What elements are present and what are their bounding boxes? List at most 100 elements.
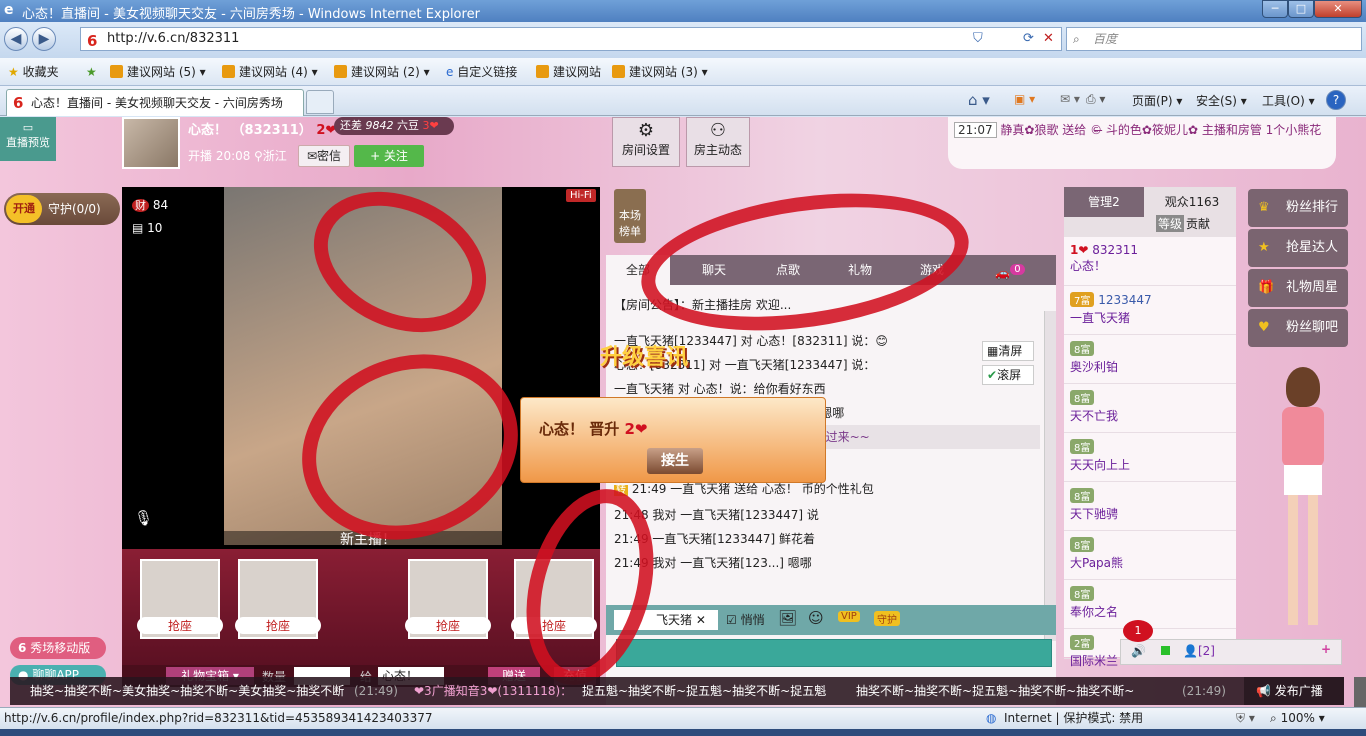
fav-item-1[interactable]: 建议网站 (5) ▾ (110, 63, 206, 81)
user-level: 8富 (1070, 586, 1095, 601)
security-zone[interactable]: Internet | 保护模式: 禁用 (1004, 708, 1143, 729)
user-item[interactable]: 8富 奥沙利铂 (1064, 335, 1236, 384)
user-item[interactable]: 8富 奉你之名 (1064, 580, 1236, 629)
emoji-icon[interactable]: ☺ (808, 609, 824, 627)
user-level: 8富 (1070, 488, 1095, 503)
user-count[interactable]: 👤[2] (1183, 644, 1215, 658)
gift-weekly-button[interactable]: 🎁 礼物周星 (1248, 269, 1348, 307)
tab-admins[interactable]: 管理2 (1064, 187, 1144, 217)
search-input[interactable]: ⌕ 百度 (1066, 27, 1362, 51)
post-broadcast-button[interactable]: 📢 发布广播 (1244, 677, 1344, 705)
tab-chat[interactable]: 聊天 (682, 255, 746, 285)
avatar-leg (1288, 495, 1298, 625)
wealth-icon: 财 (132, 199, 149, 212)
mobile-version-button[interactable]: 6 秀场移动版 (10, 637, 106, 659)
zoom-control[interactable]: ⌕ 100% ▾ (1270, 708, 1325, 729)
shield-icon[interactable]: ⛉ (973, 28, 983, 50)
popup-text: 心态！ 晋升 2❤ (539, 418, 647, 439)
seat-3[interactable]: 抢座 (405, 559, 491, 639)
new-tab-button[interactable] (306, 90, 334, 114)
speaker-icon[interactable]: 🔊 (1131, 644, 1146, 658)
seat-1[interactable]: 抢座 (137, 559, 223, 639)
vip-emoji-button[interactable]: VIP (838, 611, 860, 622)
address-bar[interactable]: 6 http://v.6.cn/832311 ⛉ ⟳ ✕ (80, 27, 1062, 51)
refresh-icon[interactable]: ⟳ (1023, 28, 1034, 50)
fav-item-6[interactable]: 建议网站 (3) ▾ (612, 63, 708, 81)
tools-menu[interactable]: 工具(O) ▾ (1262, 92, 1315, 109)
maximize-button[interactable]: □ (1288, 0, 1314, 18)
quiet-checkbox[interactable]: ☑ 悄悄 (726, 611, 765, 628)
tab-gift[interactable]: 礼物 (828, 255, 892, 285)
follow-button[interactable]: + 关注 (354, 145, 424, 167)
tab-song[interactable]: 点歌 (756, 255, 820, 285)
room-settings-button[interactable]: ⚙ 房间设置 (612, 117, 680, 167)
stop-icon[interactable]: ✕ (1043, 28, 1054, 50)
chat-scrollbar[interactable] (1044, 311, 1056, 641)
chat-input[interactable] (616, 639, 1052, 667)
grab-seat-button[interactable]: 抢座 (511, 617, 597, 634)
private-message-button[interactable]: ✉密信 (298, 145, 350, 167)
tab-all[interactable]: 全部 (606, 255, 670, 285)
fav-item-2[interactable]: 建议网站 (4) ▾ (222, 63, 318, 81)
star-catcher-button[interactable]: ★ 抢星达人 (1248, 229, 1348, 267)
guard-emoji-button[interactable]: 守护 (874, 611, 900, 626)
fav-item-4[interactable]: e 自定义链接 (446, 63, 517, 81)
sort-by-level[interactable]: 等级 (1156, 215, 1185, 232)
chat-target-select[interactable]: 飞天猪 ✕ (614, 610, 718, 630)
user-name: 大Papa熊 (1070, 556, 1124, 570)
fan-chat-button[interactable]: ♥ 粉丝聊吧 (1248, 309, 1348, 347)
seat-2[interactable]: 抢座 (235, 559, 321, 639)
accept-button[interactable]: 接生 (647, 448, 703, 474)
close-button[interactable]: ✕ (1314, 0, 1362, 18)
favorites-button[interactable]: ★ 收藏夹 (8, 63, 59, 81)
tab-current[interactable]: 6 心态！直播间 - 美女视频聊天交友 - 六间房秀场 (6, 89, 304, 116)
fav-item-5[interactable]: 建议网站 (536, 63, 601, 81)
microphone-icon[interactable]: 🎙 (134, 509, 153, 527)
user-item[interactable]: 8富 天下驰骋 (1064, 482, 1236, 531)
tab-game[interactable]: 游戏 (900, 255, 964, 285)
user-item[interactable]: 8富 天天向上上 (1064, 433, 1236, 482)
seat-4[interactable]: 抢座 (511, 559, 597, 639)
page-menu[interactable]: 页面(P) ▾ (1132, 92, 1182, 109)
protect-icon[interactable]: ⛨ ▾ (1236, 708, 1255, 729)
tab-viewers[interactable]: 观众1163 (1148, 193, 1236, 210)
user-item[interactable]: 8富 天不亡我 (1064, 384, 1236, 433)
grab-seat-button[interactable]: 抢座 (405, 617, 491, 634)
host-news-button[interactable]: ⚇ 房主动态 (686, 117, 750, 167)
back-button[interactable]: ◀ (4, 27, 28, 51)
rss-icon[interactable]: ▣ ▾ (1014, 92, 1035, 106)
minimize-button[interactable]: ─ (1262, 0, 1288, 18)
fan-rank-button[interactable]: ♛ 粉丝排行 (1248, 189, 1348, 227)
guard-bar[interactable]: 开通 守护(0/0) (4, 193, 120, 225)
page-scrollbar[interactable] (1354, 677, 1366, 707)
grab-seat-button[interactable]: 抢座 (137, 617, 223, 634)
sort-by-contribution[interactable]: 贡献 (1186, 215, 1210, 232)
favorites-label: 收藏夹 (22, 65, 59, 79)
add-icon[interactable]: + (1321, 642, 1331, 656)
home-icon[interactable]: ⌂ ▾ (968, 91, 990, 109)
user-item[interactable]: 7富 1233447 一直飞天猪 (1064, 286, 1236, 335)
print-icon[interactable]: ⎙ ▾ (1086, 92, 1105, 107)
tab-bar: 6 心态！直播间 - 美女视频聊天交友 - 六间房秀场 ⌂ ▾ ▣ ▾ ✉ ▾ … (0, 86, 1366, 116)
mail-icon[interactable]: ✉ ▾ (1060, 92, 1080, 106)
safety-menu[interactable]: 安全(S) ▾ (1196, 92, 1247, 109)
user-item[interactable]: 8富 大Papa熊 (1064, 531, 1236, 580)
host-avatar[interactable] (122, 117, 180, 169)
help-icon[interactable]: ? (1326, 90, 1346, 110)
levelup-popup: 心态！ 晋升 2❤ 接生 (520, 397, 826, 483)
open-guard-button[interactable]: 开通 (6, 195, 42, 223)
fav-item-3[interactable]: 建议网站 (2) ▾ (334, 63, 430, 81)
grab-seat-button[interactable]: 抢座 (235, 617, 321, 634)
forward-button[interactable]: ▶ (32, 27, 56, 51)
avatar-leg (1308, 495, 1318, 625)
image-icon[interactable]: 🖼 (778, 609, 797, 627)
tab-car[interactable]: 🚗 0 (990, 255, 1030, 288)
envelope-icon: ✉ (306, 149, 318, 163)
live-preview-button[interactable]: ▭ 直播预览 (0, 117, 56, 161)
add-favorite-icon[interactable]: ★ (86, 63, 97, 81)
user-item[interactable]: 1❤ 832311 心态！ (1064, 237, 1236, 286)
rank-list-button[interactable]: 本场榜单 (614, 189, 646, 243)
status-bar: http://v.6.cn/profile/index.php?rid=8323… (0, 707, 1366, 729)
hifi-badge[interactable]: Hi-Fi (566, 189, 596, 202)
video-player[interactable]: 财 84 ▤ 10 Hi-Fi 🎙 (122, 187, 600, 549)
